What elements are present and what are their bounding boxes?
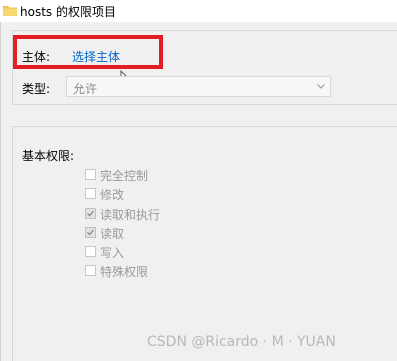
checkmark-icon [87, 210, 94, 217]
folder-icon [3, 6, 17, 16]
permission-label: 完全控制 [100, 169, 149, 183]
checkbox[interactable] [85, 188, 96, 199]
window-title: hosts 的权限项目 [20, 5, 116, 19]
permission-label: 读取和执行 [100, 208, 161, 222]
checkbox-checked[interactable] [85, 208, 96, 219]
checkmark-icon [87, 229, 94, 236]
permission-label: 修改 [100, 188, 125, 202]
permission-label: 特殊权限 [100, 265, 149, 279]
basic-permissions-label: 基本权限: [22, 149, 75, 163]
checkbox[interactable] [85, 265, 96, 276]
highlight-box [13, 35, 163, 69]
type-label: 类型: [22, 82, 51, 96]
permission-label: 读取 [100, 227, 125, 241]
type-dropdown-value: 允许 [73, 82, 98, 96]
window-left-border [0, 22, 1, 361]
checkbox[interactable] [85, 169, 96, 180]
chevron-down-icon [317, 84, 325, 89]
title-bar: hosts 的权限项目 [0, 0, 397, 22]
watermark-text: CSDN @Ricardo · M · YUAN [147, 334, 336, 350]
checkbox-checked[interactable] [85, 227, 96, 238]
permission-label: 写入 [100, 246, 125, 260]
checkbox[interactable] [85, 246, 96, 257]
type-dropdown[interactable]: 允许 [66, 76, 331, 97]
